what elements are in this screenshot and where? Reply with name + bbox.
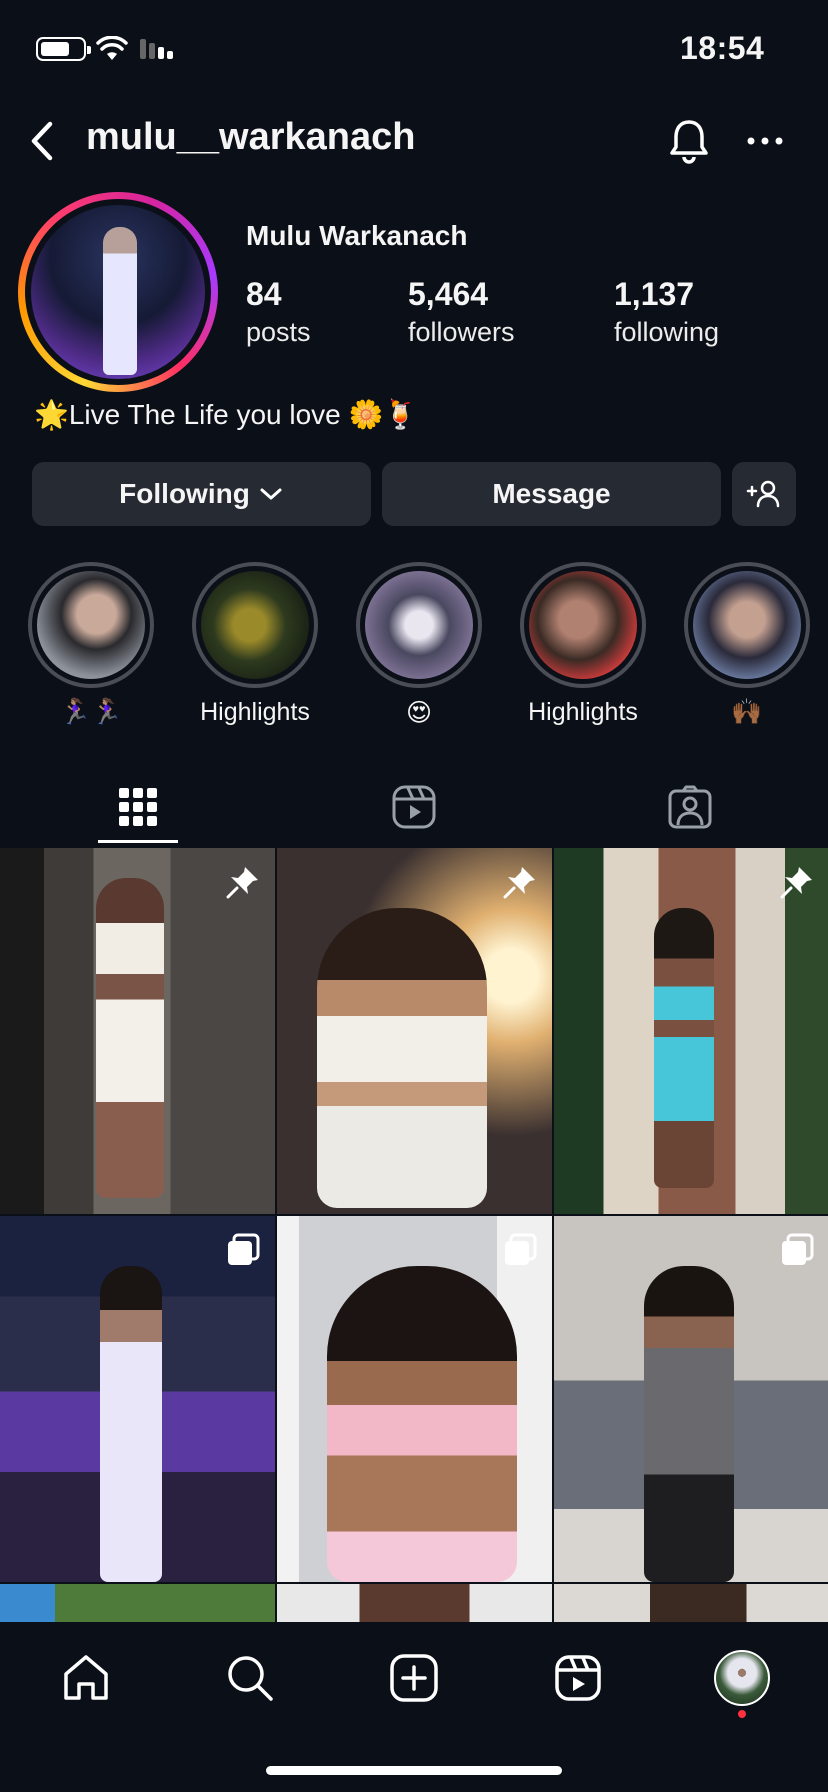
highlight-cover	[201, 571, 309, 679]
post-thumbnail[interactable]	[0, 848, 275, 1214]
message-button[interactable]: Message	[382, 462, 721, 526]
highlight-cover	[693, 571, 801, 679]
highlight-item[interactable]: Highlights	[190, 562, 320, 727]
following-count-label: following	[614, 317, 720, 347]
highlight-cover	[37, 571, 145, 679]
post-subject	[100, 1266, 162, 1582]
highlight-cover	[365, 571, 473, 679]
tab-tagged[interactable]	[645, 774, 735, 840]
following-button[interactable]: Following	[32, 462, 371, 526]
message-button-label: Message	[492, 478, 611, 509]
profile-username: mulu__warkanach	[86, 116, 416, 158]
home-icon	[64, 1655, 108, 1700]
highlight-label: 😍	[405, 699, 433, 727]
grid-icon	[119, 788, 157, 826]
search-icon	[228, 1656, 273, 1701]
tagged-icon	[668, 785, 712, 829]
more-options-button[interactable]	[742, 118, 788, 164]
followers-count-value: 5,464	[408, 276, 489, 312]
highlight-label: 🏃🏽‍♀️🏃🏽‍♀️	[59, 698, 123, 726]
highlight-item[interactable]: 🙌🏾	[682, 562, 812, 727]
post-subject	[644, 1266, 734, 1582]
carousel-icon	[782, 1233, 814, 1265]
followers-count-label: followers	[408, 317, 515, 347]
followers-count[interactable]: 5,464 followers	[408, 276, 515, 348]
posts-count-label: posts	[246, 317, 311, 347]
chevron-left-icon	[31, 121, 53, 161]
post-thumbnail[interactable]	[554, 1584, 828, 1624]
highlight-label: 🙌🏾	[731, 698, 763, 726]
highlight-label: Highlights	[528, 698, 638, 726]
profile-avatar-story-ring[interactable]	[18, 192, 218, 392]
post-subject	[327, 1266, 517, 1582]
reels-icon	[392, 785, 436, 829]
post-thumbnail[interactable]	[0, 1584, 275, 1624]
home-indicator[interactable]	[266, 1766, 562, 1775]
post-thumbnail[interactable]	[554, 1216, 828, 1582]
notification-dot	[738, 1710, 746, 1718]
nav-search[interactable]	[222, 1650, 278, 1706]
create-icon	[390, 1654, 438, 1702]
post-thumbnail[interactable]	[0, 1216, 275, 1582]
post-subject	[96, 878, 164, 1198]
highlight-cover	[529, 571, 637, 679]
status-time: 18:54	[680, 30, 765, 66]
signal-icon	[140, 39, 173, 59]
carousel-icon	[228, 1233, 260, 1265]
pin-icon	[780, 867, 812, 899]
display-name: Mulu Warkanach	[246, 220, 468, 251]
nav-home[interactable]	[58, 1650, 114, 1706]
back-button[interactable]	[22, 118, 62, 164]
nav-create[interactable]	[386, 1650, 442, 1706]
status-icons	[36, 36, 178, 62]
tab-reels[interactable]	[369, 774, 459, 840]
active-tab-indicator	[98, 840, 178, 843]
post-thumbnail[interactable]	[277, 848, 552, 1214]
battery-icon	[36, 37, 91, 61]
more-horizontal-icon	[747, 137, 783, 145]
highlight-label: Highlights	[200, 698, 310, 726]
nav-profile-avatar[interactable]	[714, 1650, 770, 1706]
posts-count-value: 84	[246, 276, 282, 312]
suggested-accounts-button[interactable]	[732, 462, 796, 526]
post-thumbnail[interactable]	[554, 848, 828, 1214]
post-subject	[317, 908, 487, 1208]
bell-icon	[670, 120, 708, 164]
following-button-label: Following	[119, 478, 250, 509]
nav-reels[interactable]	[550, 1650, 606, 1706]
chevron-down-icon	[260, 488, 282, 500]
highlight-item[interactable]: Highlights	[518, 562, 648, 727]
carousel-icon	[505, 1233, 537, 1265]
highlight-item[interactable]: 😍	[354, 562, 484, 728]
profile-avatar	[31, 205, 205, 379]
add-person-icon	[746, 480, 780, 508]
post-thumbnail[interactable]	[277, 1584, 552, 1624]
following-count[interactable]: 1,137 following	[614, 276, 719, 348]
tab-posts-grid[interactable]	[93, 774, 183, 840]
highlight-item[interactable]: 🏃🏽‍♀️🏃🏽‍♀️	[26, 562, 156, 727]
post-thumbnail[interactable]	[277, 1216, 552, 1582]
following-count-value: 1,137	[614, 276, 695, 312]
pin-icon	[503, 867, 535, 899]
profile-bio: 🌟Live The Life you love 🌼🍹	[34, 399, 419, 430]
reels-icon	[555, 1655, 601, 1701]
pin-icon	[226, 867, 258, 899]
posts-count[interactable]: 84 posts	[246, 276, 311, 348]
post-subject	[654, 908, 714, 1188]
notifications-button[interactable]	[664, 116, 714, 166]
wifi-icon	[96, 36, 128, 60]
